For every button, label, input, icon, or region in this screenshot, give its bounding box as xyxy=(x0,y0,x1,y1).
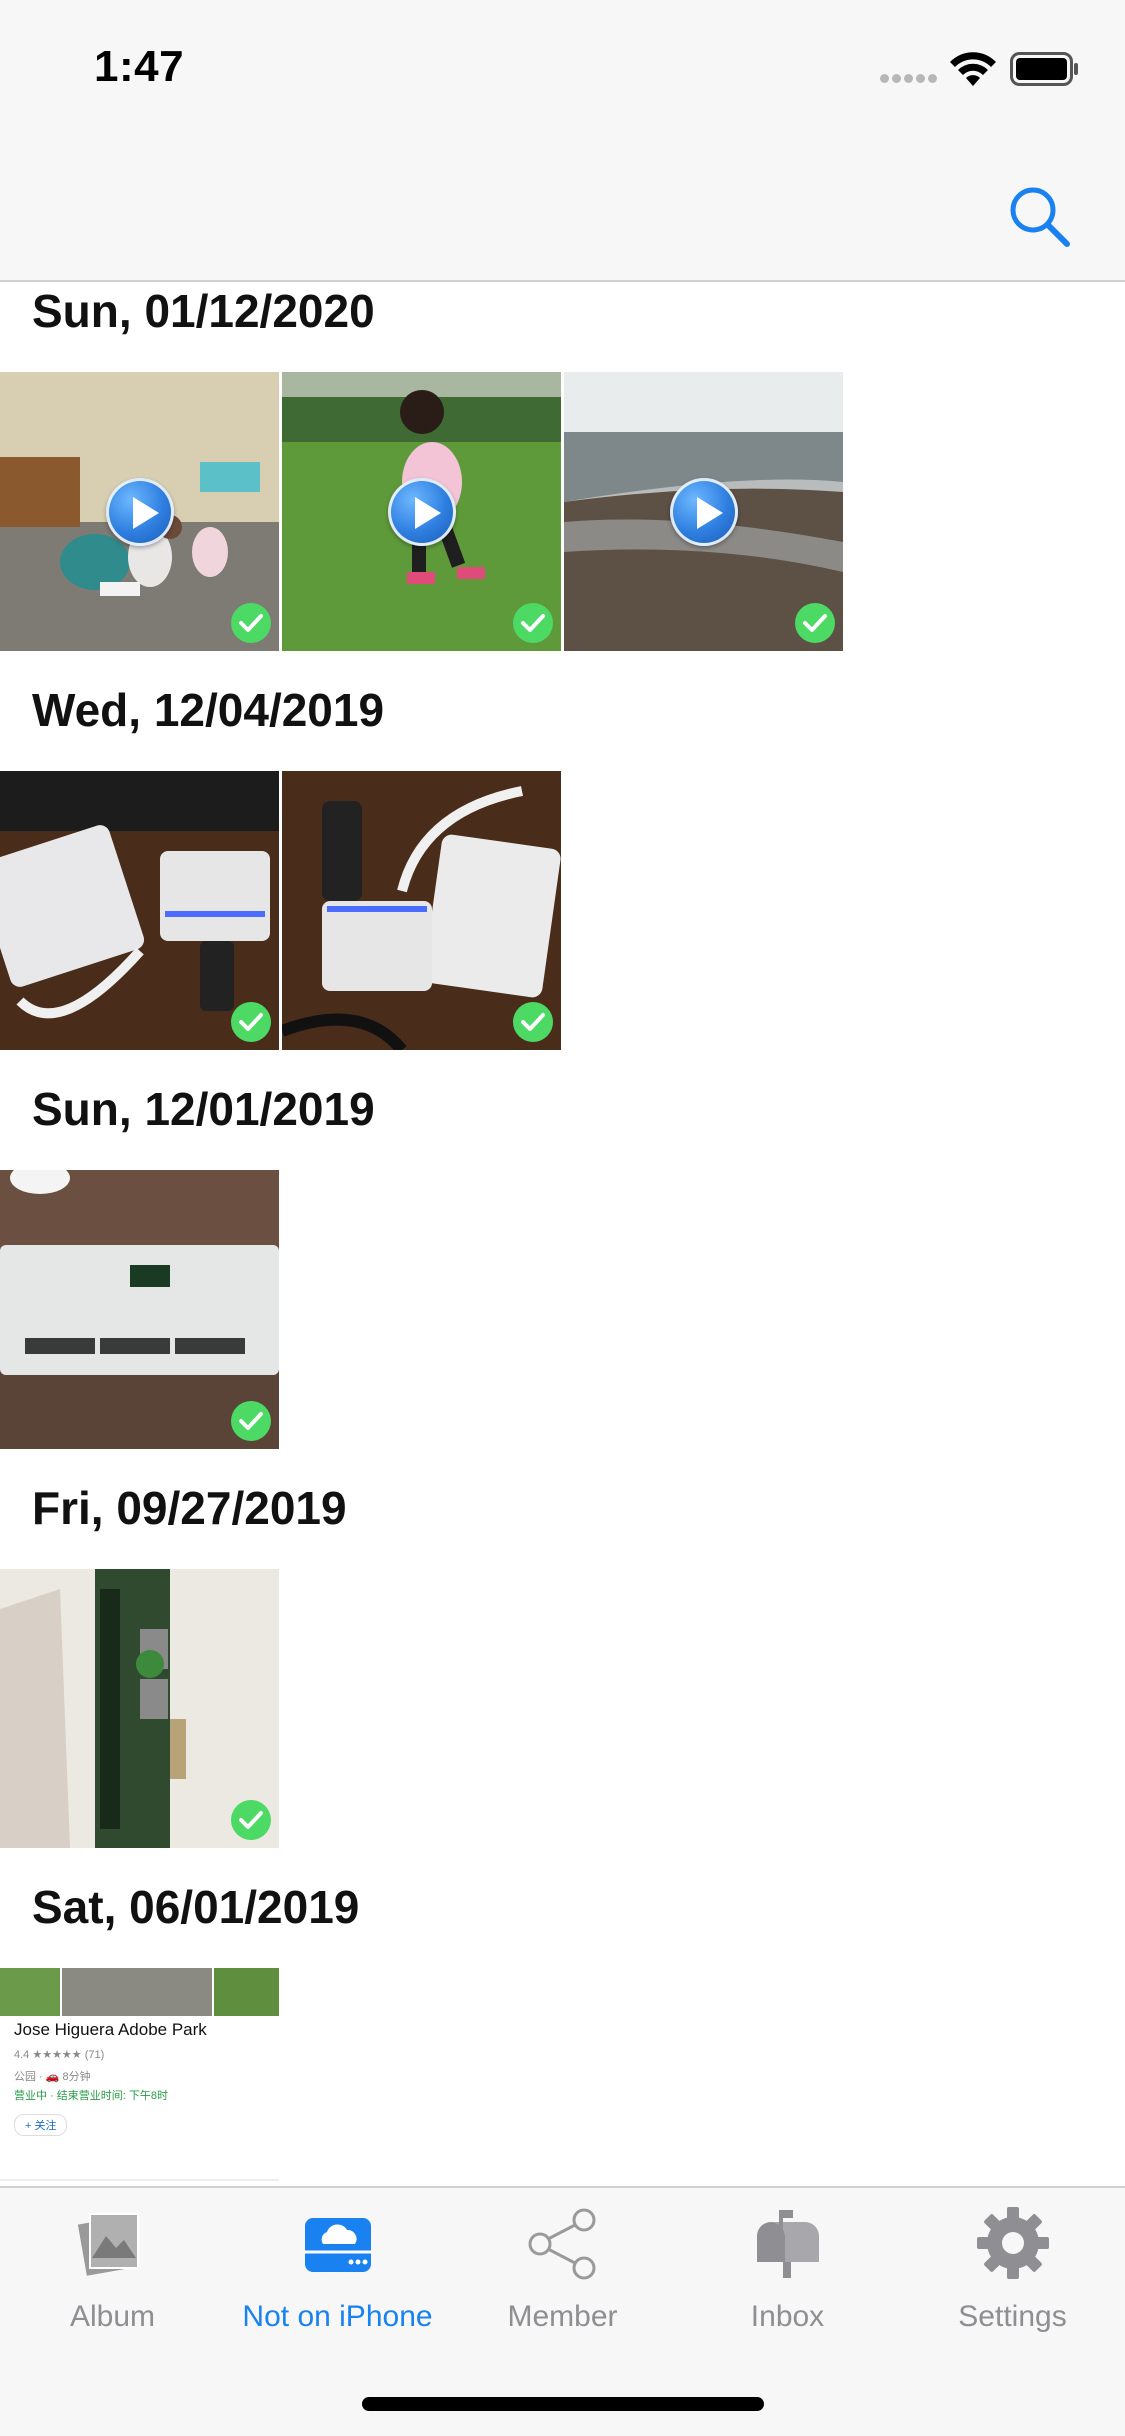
play-icon[interactable] xyxy=(106,478,174,546)
play-icon[interactable] xyxy=(670,478,738,546)
map-hours-line: 营业中 · 结束营业时间: 下午8时 xyxy=(14,2090,169,2102)
tab-label: Member xyxy=(507,2300,618,2333)
tab-settings[interactable]: Settings xyxy=(900,2206,1125,2333)
tab-label: Inbox xyxy=(750,2300,825,2333)
section-date: Sat, 06/01/2019 xyxy=(32,1881,360,1933)
photo-thumbnail[interactable]: Jose Higuera Adobe Park 4.4 ★★★★★ (71) 公… xyxy=(0,1968,279,2184)
synced-check-icon xyxy=(513,1002,553,1042)
synced-check-icon xyxy=(513,603,553,643)
tab-label: Settings xyxy=(958,2300,1067,2333)
map-place-title: Jose Higuera Adobe Park xyxy=(14,2020,207,2039)
navigation-bar: 1:47 xyxy=(0,0,1125,282)
wifi-icon xyxy=(950,52,996,86)
synced-check-icon xyxy=(231,603,271,643)
section-date: Sun, 01/12/2020 xyxy=(32,285,375,337)
tab-not-on-iphone[interactable]: Not on iPhone xyxy=(225,2206,450,2333)
section-date: Sun, 12/01/2019 xyxy=(32,1083,375,1135)
play-icon[interactable] xyxy=(388,478,456,546)
search-icon[interactable] xyxy=(1005,182,1075,252)
status-time: 1:47 xyxy=(94,42,185,91)
album-icon xyxy=(77,2213,139,2276)
map-info-line: 公园 · 🚗 8分钟 xyxy=(14,2071,91,2083)
cellular-signal-icon xyxy=(880,74,937,84)
synced-check-icon xyxy=(795,603,835,643)
map-rating: 4.4 ★★★★★ (71) xyxy=(14,2049,105,2061)
gear-icon xyxy=(977,2207,1049,2279)
cloud-drive-icon xyxy=(305,2218,371,2272)
tab-inbox[interactable]: Inbox xyxy=(675,2206,900,2333)
synced-check-icon xyxy=(231,1002,271,1042)
photo-thumbnail[interactable] xyxy=(282,771,561,1050)
tab-label: Album xyxy=(69,2300,156,2333)
synced-check-icon xyxy=(231,1401,271,1441)
home-indicator[interactable] xyxy=(362,2397,764,2411)
section-date: Wed, 12/04/2019 xyxy=(32,684,385,736)
photo-thumbnail[interactable] xyxy=(0,771,279,1050)
map-follow-button: + 关注 xyxy=(14,2114,68,2136)
section-date: Fri, 09/27/2019 xyxy=(32,1482,347,1534)
mailbox-icon xyxy=(757,2210,819,2278)
synced-check-icon xyxy=(231,1800,271,1840)
tab-label: Not on iPhone xyxy=(242,2300,433,2333)
battery-icon xyxy=(1010,52,1078,86)
tab-album[interactable]: Album xyxy=(0,2206,225,2333)
photo-thumbnail[interactable] xyxy=(0,1569,279,1848)
photo-thumbnail[interactable] xyxy=(0,1170,279,1449)
photo-timeline[interactable]: Sun, 01/12/2020 Wed, 12/04/2019 Sun, 12/… xyxy=(0,284,1125,2184)
video-thumbnail[interactable] xyxy=(564,372,843,651)
share-icon xyxy=(528,2208,596,2280)
video-thumbnail[interactable] xyxy=(282,372,561,651)
tab-member[interactable]: Member xyxy=(450,2206,675,2333)
video-thumbnail[interactable] xyxy=(0,372,279,651)
